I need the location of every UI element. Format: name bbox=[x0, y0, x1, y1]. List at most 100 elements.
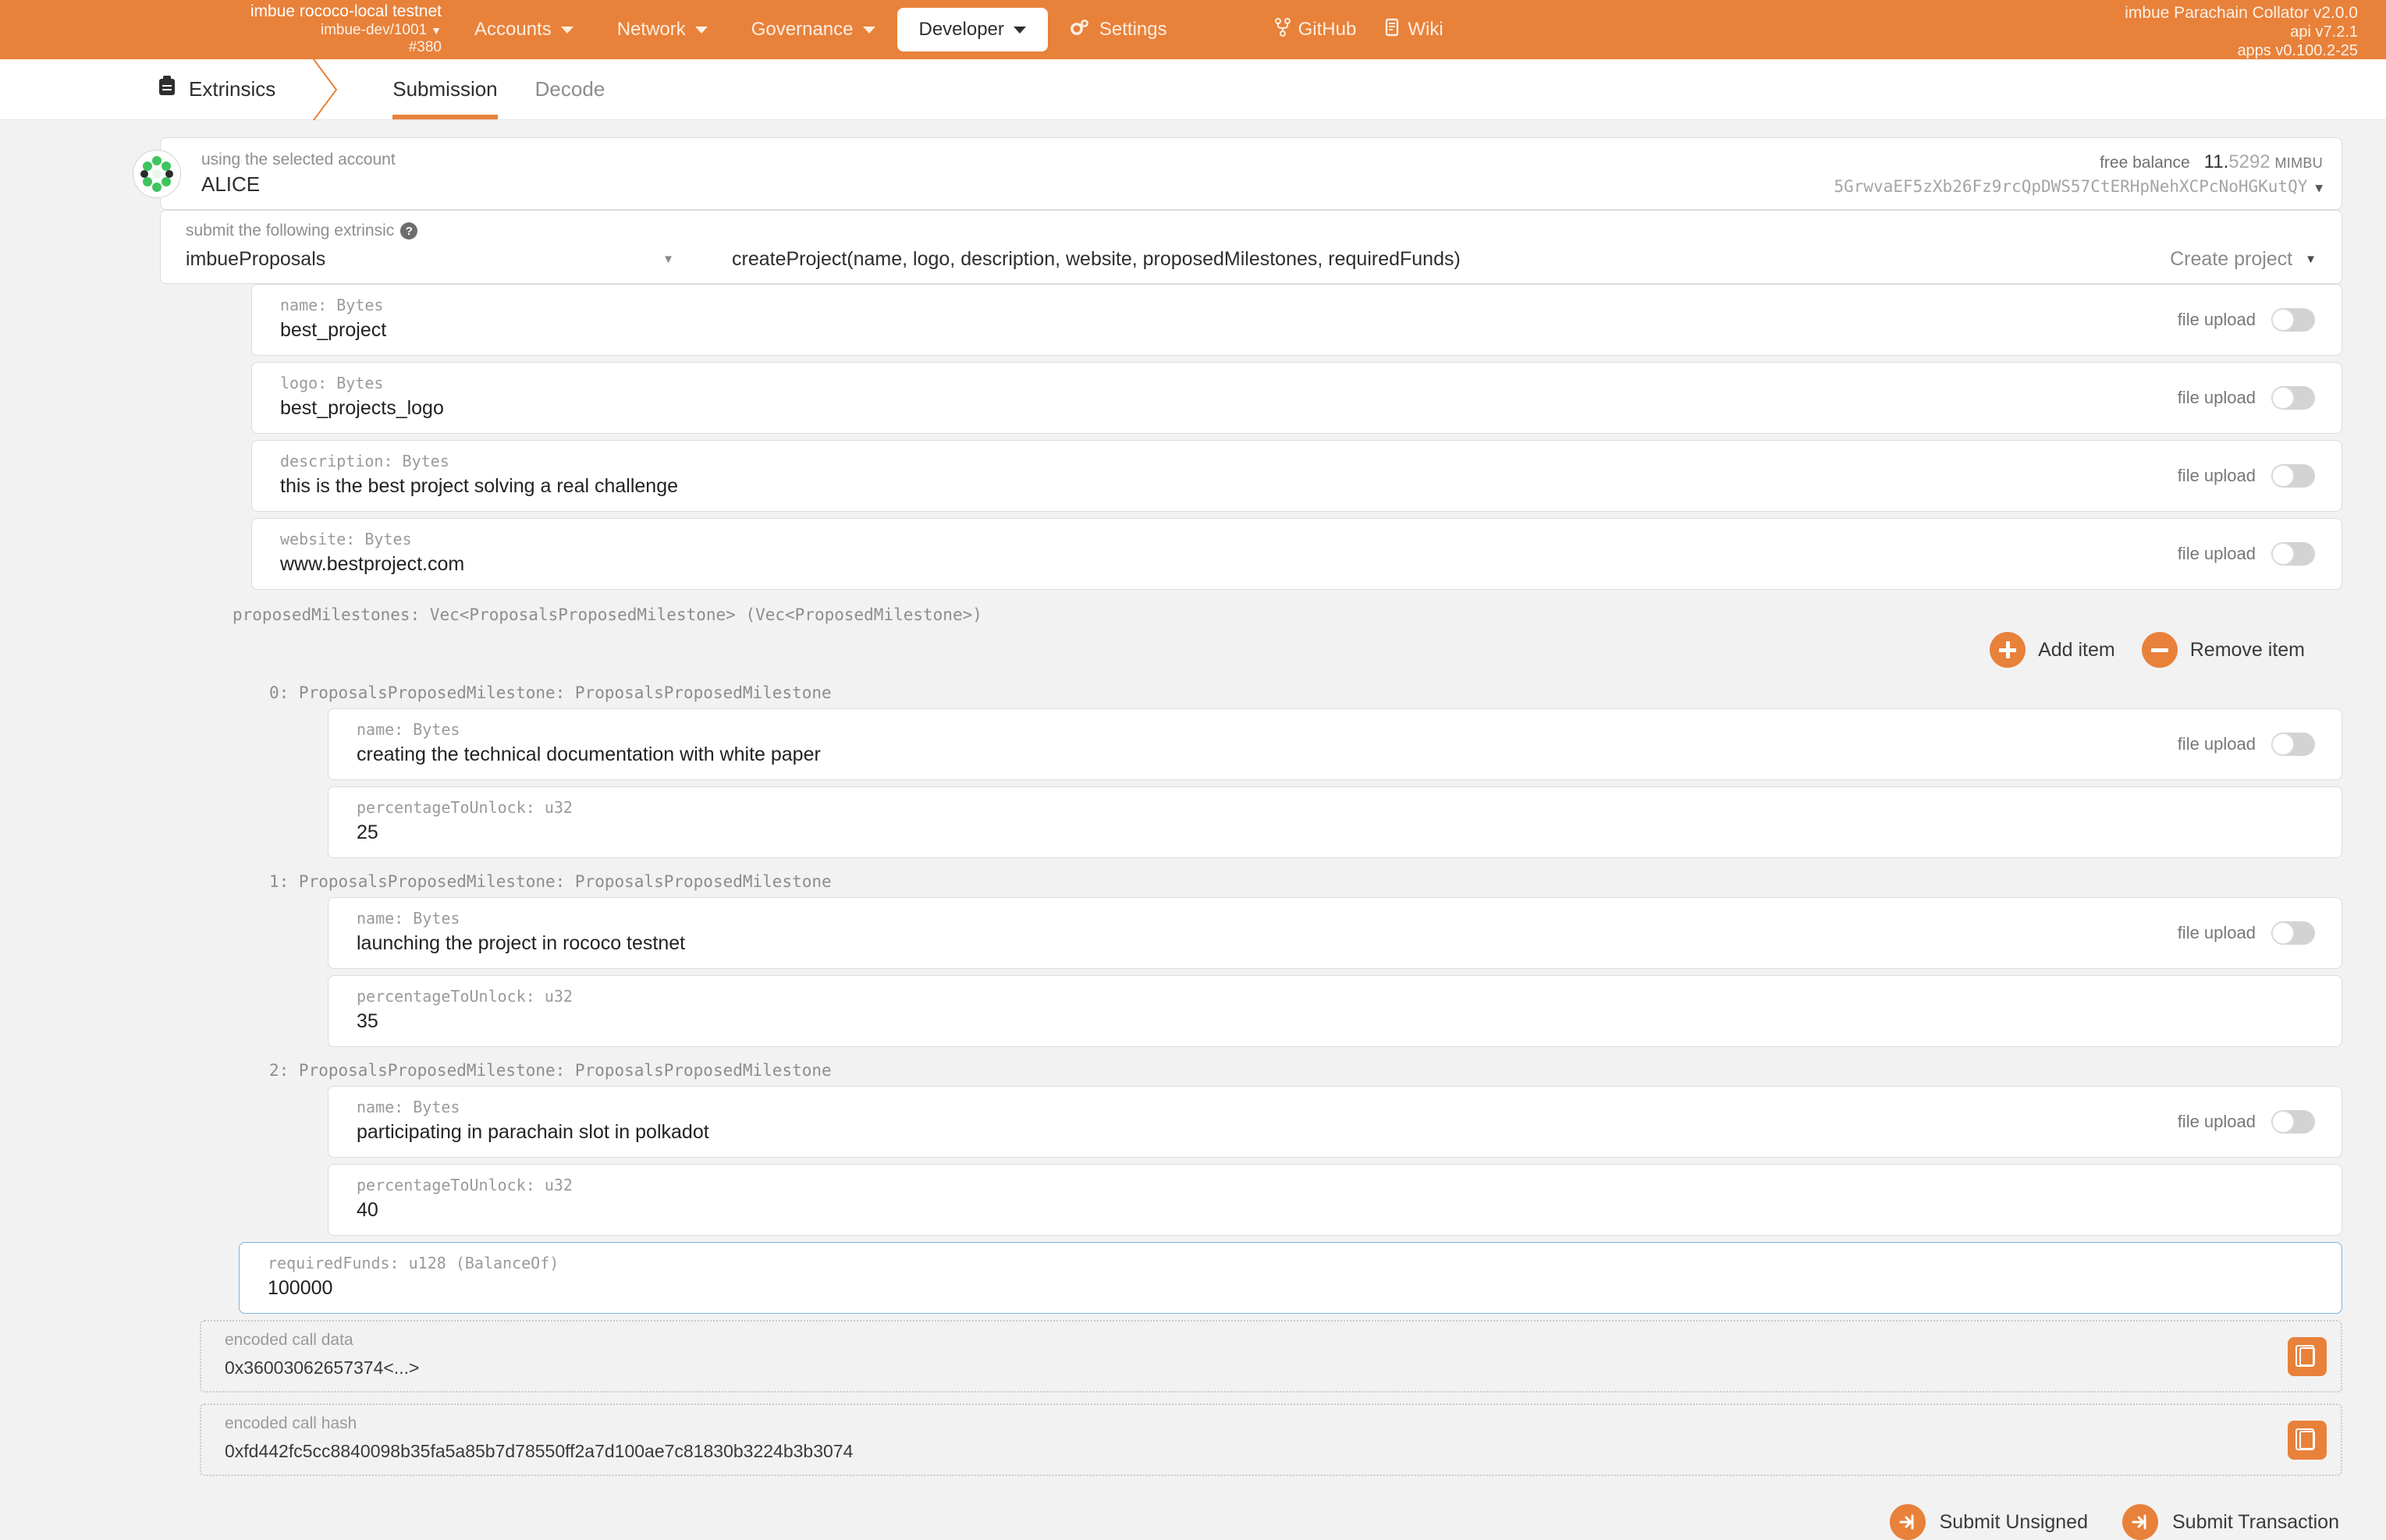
nav-item-accounts[interactable]: Accounts bbox=[453, 8, 595, 51]
arg-label: logo: Bytes bbox=[280, 373, 2159, 395]
external-links: GitHub Wiki bbox=[1275, 18, 1443, 42]
account-address[interactable]: 5GrwvaEF5zXb26Fz9rcQpDWS57CtERHpNehXCPcN… bbox=[1834, 176, 2323, 198]
submit-unsigned-button[interactable]: Submit Unsigned bbox=[1890, 1504, 2088, 1540]
arg-input[interactable]: creating the technical documentation wit… bbox=[357, 741, 2159, 768]
arg-label: name: Bytes bbox=[357, 908, 2159, 930]
encoded-call-data-label: encoded call data bbox=[225, 1331, 2317, 1350]
arg-input[interactable]: best_project bbox=[280, 317, 2159, 344]
submit-transaction-label: Submit Transaction bbox=[2172, 1511, 2339, 1534]
arg-label: percentageToUnlock: u32 bbox=[357, 797, 2342, 819]
arg-input[interactable]: www.bestproject.com bbox=[280, 551, 2159, 578]
remove-item-label: Remove item bbox=[2190, 639, 2305, 662]
tab-decode[interactable]: Decode bbox=[517, 59, 624, 119]
account-balance-block: free balance11.5292 MIMBU 5GrwvaEF5zXb26… bbox=[1834, 138, 2342, 209]
encoded-call-data-value: 0x36003062657374<...> bbox=[225, 1357, 2317, 1379]
file-upload-control[interactable]: file upload bbox=[2159, 285, 2342, 355]
arg-input[interactable]: participating in parachain slot in polka… bbox=[357, 1119, 2159, 1146]
nav-label-developer: Developer bbox=[919, 19, 1004, 41]
arg-body: name: Bytes creating the technical docum… bbox=[328, 709, 2159, 779]
file-upload-control[interactable]: file upload bbox=[2159, 363, 2342, 433]
nav-item-developer[interactable]: Developer bbox=[897, 8, 1048, 51]
nav-label-network: Network bbox=[617, 19, 686, 41]
file-upload-toggle[interactable] bbox=[2271, 308, 2315, 332]
file-upload-control[interactable]: file upload bbox=[2159, 1087, 2342, 1157]
file-upload-toggle[interactable] bbox=[2271, 921, 2315, 945]
file-upload-toggle[interactable] bbox=[2271, 542, 2315, 566]
extrinsic-docs-label: Create project bbox=[2170, 248, 2292, 271]
file-upload-toggle[interactable] bbox=[2271, 464, 2315, 488]
vec-item-header: 0: ProposalsProposedMilestone: Proposals… bbox=[269, 676, 2386, 708]
arg-input[interactable]: 25 bbox=[357, 819, 2342, 846]
chevron-down-icon: ▼ bbox=[2305, 253, 2317, 266]
link-label-github: GitHub bbox=[1298, 19, 1357, 41]
remove-item-button[interactable]: Remove item bbox=[2142, 632, 2305, 668]
submit-row: Submit Unsigned Submit Transaction bbox=[0, 1504, 2339, 1540]
arg-input[interactable]: 100000 bbox=[268, 1275, 2342, 1302]
free-balance-label: free balance bbox=[2100, 154, 2190, 172]
toggle-knob bbox=[2272, 465, 2294, 487]
help-icon[interactable]: ? bbox=[400, 222, 417, 240]
arg-label: name: Bytes bbox=[357, 719, 2159, 741]
arg-body: name: Bytes participating in parachain s… bbox=[328, 1087, 2159, 1157]
arg-input[interactable]: launching the project in rococo testnet bbox=[357, 930, 2159, 957]
chain-selector[interactable]: imbue rococo-local testnet imbue-dev/100… bbox=[0, 2, 453, 57]
toggle-knob bbox=[2272, 387, 2294, 409]
nav-item-settings[interactable]: Settings bbox=[1048, 7, 1189, 53]
pallet-select[interactable]: imbueProposals ▼ bbox=[186, 248, 685, 271]
copy-call-hash-button[interactable] bbox=[2288, 1421, 2327, 1460]
file-upload-toggle[interactable] bbox=[2271, 733, 2315, 756]
arg-input[interactable]: best_projects_logo bbox=[280, 395, 2159, 422]
add-item-button[interactable]: Add item bbox=[1990, 632, 2115, 668]
chevron-down-icon: ▼ bbox=[431, 24, 442, 37]
file-upload-toggle[interactable] bbox=[2271, 386, 2315, 410]
arg-label: percentageToUnlock: u32 bbox=[357, 1175, 2342, 1197]
pallet-select-value: imbueProposals bbox=[186, 248, 325, 271]
link-github[interactable]: GitHub bbox=[1275, 18, 1357, 42]
primary-nav: Accounts Network Governance Developer Se… bbox=[453, 7, 1189, 53]
free-balance-unit: MIMBU bbox=[2275, 155, 2324, 171]
file-upload-toggle[interactable] bbox=[2271, 1110, 2315, 1134]
file-upload-control[interactable]: file upload bbox=[2159, 519, 2342, 589]
free-balance-frac: 5292 bbox=[2228, 151, 2270, 172]
file-upload-label: file upload bbox=[2178, 923, 2256, 943]
chain-name: imbue rococo-local testnet bbox=[250, 2, 442, 22]
arg-input[interactable]: this is the best project solving a real … bbox=[280, 473, 2159, 500]
arg-input[interactable]: 35 bbox=[357, 1008, 2342, 1035]
file-upload-label: file upload bbox=[2178, 466, 2256, 486]
main-content: using the selected account ALICE free ba… bbox=[0, 120, 2386, 1540]
version-api: api v7.2.1 bbox=[2125, 23, 2358, 41]
arg-input[interactable]: 40 bbox=[357, 1197, 2342, 1224]
arg-body: percentageToUnlock: u32 40 bbox=[328, 1165, 2342, 1235]
tab-submission[interactable]: Submission bbox=[374, 59, 516, 119]
file-upload-control[interactable]: file upload bbox=[2159, 898, 2342, 968]
chevron-down-icon: ▼ bbox=[2315, 180, 2323, 195]
file-upload-label: file upload bbox=[2178, 1112, 2256, 1132]
file-upload-label: file upload bbox=[2178, 388, 2256, 408]
arg-label: requiredFunds: u128 (BalanceOf) bbox=[268, 1253, 2342, 1275]
version-node: imbue Parachain Collator v2.0.0 bbox=[2125, 3, 2358, 23]
nav-label-accounts: Accounts bbox=[474, 19, 552, 41]
copy-call-data-button[interactable] bbox=[2288, 1337, 2327, 1376]
nav-item-governance[interactable]: Governance bbox=[730, 8, 897, 51]
arg-label: name: Bytes bbox=[280, 295, 2159, 317]
chain-endpoint[interactable]: imbue-dev/1001▼ bbox=[250, 22, 442, 39]
milestone-0-percentage-field: percentageToUnlock: u32 25 bbox=[328, 786, 2342, 858]
version-apps: apps v0.100.2-25 bbox=[2125, 41, 2358, 60]
arg-body: name: Bytes best_project bbox=[252, 285, 2159, 355]
link-label-wiki: Wiki bbox=[1408, 19, 1443, 41]
github-icon bbox=[1275, 18, 1291, 42]
submit-transaction-button[interactable]: Submit Transaction bbox=[2122, 1504, 2339, 1540]
nav-item-network[interactable]: Network bbox=[595, 8, 730, 51]
extrinsics-icon bbox=[156, 75, 178, 104]
account-hint: using the selected account bbox=[201, 149, 396, 171]
method-select[interactable]: createProject(name, logo, description, w… bbox=[685, 248, 2170, 271]
vec-header: proposedMilestones: Vec<ProposalsPropose… bbox=[233, 596, 2342, 627]
toggle-knob bbox=[2272, 309, 2294, 331]
arg-field-website: website: Bytes www.bestproject.com file … bbox=[251, 518, 2342, 590]
file-upload-control[interactable]: file upload bbox=[2159, 441, 2342, 511]
nav-label-governance: Governance bbox=[751, 19, 854, 41]
file-upload-control[interactable]: file upload bbox=[2159, 709, 2342, 779]
account-card[interactable]: using the selected account ALICE free ba… bbox=[160, 137, 2342, 210]
extrinsic-docs-toggle[interactable]: Create project ▼ bbox=[2170, 248, 2323, 271]
link-wiki[interactable]: Wiki bbox=[1384, 18, 1443, 42]
